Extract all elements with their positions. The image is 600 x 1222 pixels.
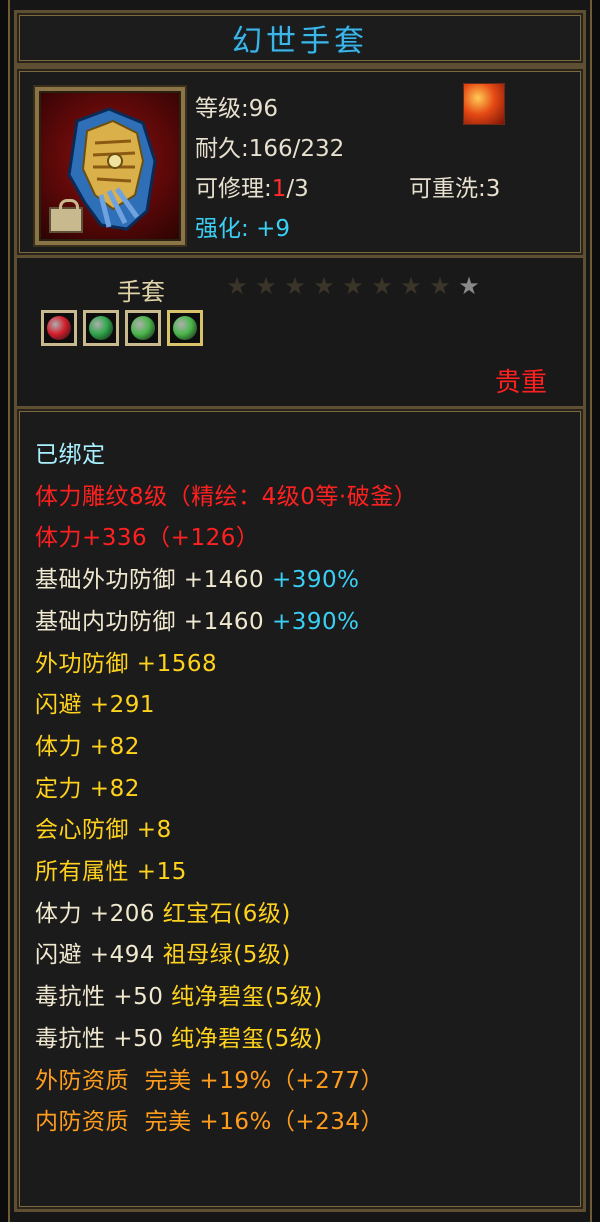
attribute-segment: 红宝石(6级) [162, 900, 291, 927]
attribute-segment: 会心防御 +8 [35, 817, 172, 844]
attribute-segment: 纯净碧玺(5级) [171, 1025, 323, 1052]
attribute-segment: 外功防御 +1568 [35, 650, 218, 677]
title-bar: 幻世手套 [14, 10, 586, 66]
attribute-line: 外功防御 +1568 [35, 644, 417, 686]
gem-sockets [41, 310, 203, 346]
star-filled-icon: ★ [226, 272, 249, 300]
attribute-panel: 已绑定体力雕纹8级（精绘：4级0等·破釜） 体力+336（+126） 基础外功防御 … [14, 406, 586, 1212]
special-effect-icon [463, 83, 505, 125]
attribute-segment: 毒抗性 +50 [35, 1025, 172, 1052]
star-filled-icon: ★ [342, 272, 365, 300]
attribute-segment: 定力 +82 [35, 775, 140, 802]
enhance-value: +9 [256, 216, 290, 242]
attribute-segment: 体力 +82 [35, 733, 140, 760]
attribute-segment: 所有属性 +15 [35, 859, 187, 886]
attribute-segment: 体力+336（+126） [35, 525, 260, 552]
attribute-line: 基础外功防御 +1460 +390% [35, 560, 417, 602]
star-empty-icon: ★ [458, 272, 481, 300]
attribute-line: 闪避 +494 祖母绿(5级) [35, 935, 417, 977]
jade-gem-icon[interactable] [125, 310, 161, 346]
attribute-line: 体力雕纹8级（精绘：4级0等·破釜） [35, 477, 417, 519]
gauntlet-icon [35, 87, 185, 245]
attribute-line: 体力 +82 [35, 727, 417, 769]
attribute-segment: 体力 +206 [35, 900, 163, 927]
star-rating: ★ ★ ★ ★ ★ ★ ★ ★ ★ [223, 272, 484, 300]
attribute-line: 外防资质 完美 +19%（+277） [35, 1061, 417, 1103]
attribute-line: 已绑定 [35, 435, 417, 477]
gem-stone [47, 316, 71, 340]
item-title: 幻世手套 [232, 24, 368, 59]
emerald-gem-icon[interactable] [83, 310, 119, 346]
star-filled-icon: ★ [400, 272, 423, 300]
attribute-line: 会心防御 +8 [35, 810, 417, 852]
type-panel: 手套 ★ ★ ★ ★ ★ ★ ★ ★ ★ 贵重 [14, 258, 586, 408]
attribute-line: 毒抗性 +50 纯净碧玺(5级) [35, 977, 417, 1019]
item-type: 手套 [117, 278, 165, 306]
attribute-segment: 闪避 +494 [35, 942, 163, 969]
star-filled-icon: ★ [371, 272, 394, 300]
attribute-line: 基础内功防御 +1460 +390% [35, 602, 417, 644]
attribute-segment: 基础外功防御 +1460 [35, 567, 272, 594]
item-quality: 贵重 [494, 368, 547, 398]
attribute-line: 定力 +82 [35, 769, 417, 811]
attribute-line: 体力 +206 红宝石(6级) [35, 894, 417, 936]
attribute-segment: 体力雕纹8级（精绘：4级0等·破釜） [35, 483, 418, 510]
gem-stone [131, 316, 155, 340]
attribute-segment: 基础内功防御 +1460 [35, 608, 272, 635]
attribute-line: 内防资质 完美 +16%（+234） [35, 1102, 417, 1144]
item-repair-count: 可修理:1/3 [195, 169, 309, 203]
attribute-segment: 已绑定 [35, 442, 106, 468]
attribute-segment: 祖母绿(5级) [162, 942, 291, 969]
ruby-gem-icon[interactable] [41, 310, 77, 346]
star-filled-icon: ★ [313, 272, 336, 300]
item-level: 等级:96 [195, 96, 279, 122]
item-enhance: 强化: +9 [195, 209, 290, 243]
item-rewash-count: 可重洗:3 [409, 176, 501, 202]
attribute-list: 已绑定体力雕纹8级（精绘：4级0等·破釜） 体力+336（+126） 基础外功防御 … [35, 435, 417, 1144]
star-filled-icon: ★ [284, 272, 307, 300]
gem-stone [173, 316, 197, 340]
enhance-label: 强化: [195, 216, 249, 242]
star-filled-icon: ★ [255, 272, 278, 300]
jade-gem-icon[interactable] [167, 310, 203, 346]
item-info-panel: 等级:96 耐久:166/232 可修理:1/3 可重洗:3 强化: +9 [14, 66, 586, 258]
attribute-line: 所有属性 +15 [35, 852, 417, 894]
repair-current: 1 [271, 176, 287, 202]
item-durability: 耐久:166/232 [195, 136, 345, 162]
attribute-segment: 闪避 +291 [35, 692, 155, 719]
attribute-segment: 外防资质 完美 +19%（+277） [35, 1067, 384, 1094]
repair-max: /3 [286, 176, 309, 202]
attribute-segment: +390% [271, 608, 360, 635]
attribute-segment: 毒抗性 +50 [35, 984, 172, 1011]
attribute-segment: 内防资质 完美 +16%（+234） [35, 1109, 384, 1136]
attribute-segment: +390% [271, 567, 360, 594]
attribute-segment: 纯净碧玺(5级) [171, 984, 323, 1011]
star-filled-icon: ★ [429, 272, 452, 300]
bound-lock-icon [49, 199, 83, 233]
gem-stone [89, 316, 113, 340]
attribute-line: 闪避 +291 [35, 685, 417, 727]
repair-label: 可修理: [195, 176, 272, 202]
attribute-line: 毒抗性 +50 纯净碧玺(5级) [35, 1019, 417, 1061]
attribute-line: 体力+336（+126） [35, 518, 417, 560]
